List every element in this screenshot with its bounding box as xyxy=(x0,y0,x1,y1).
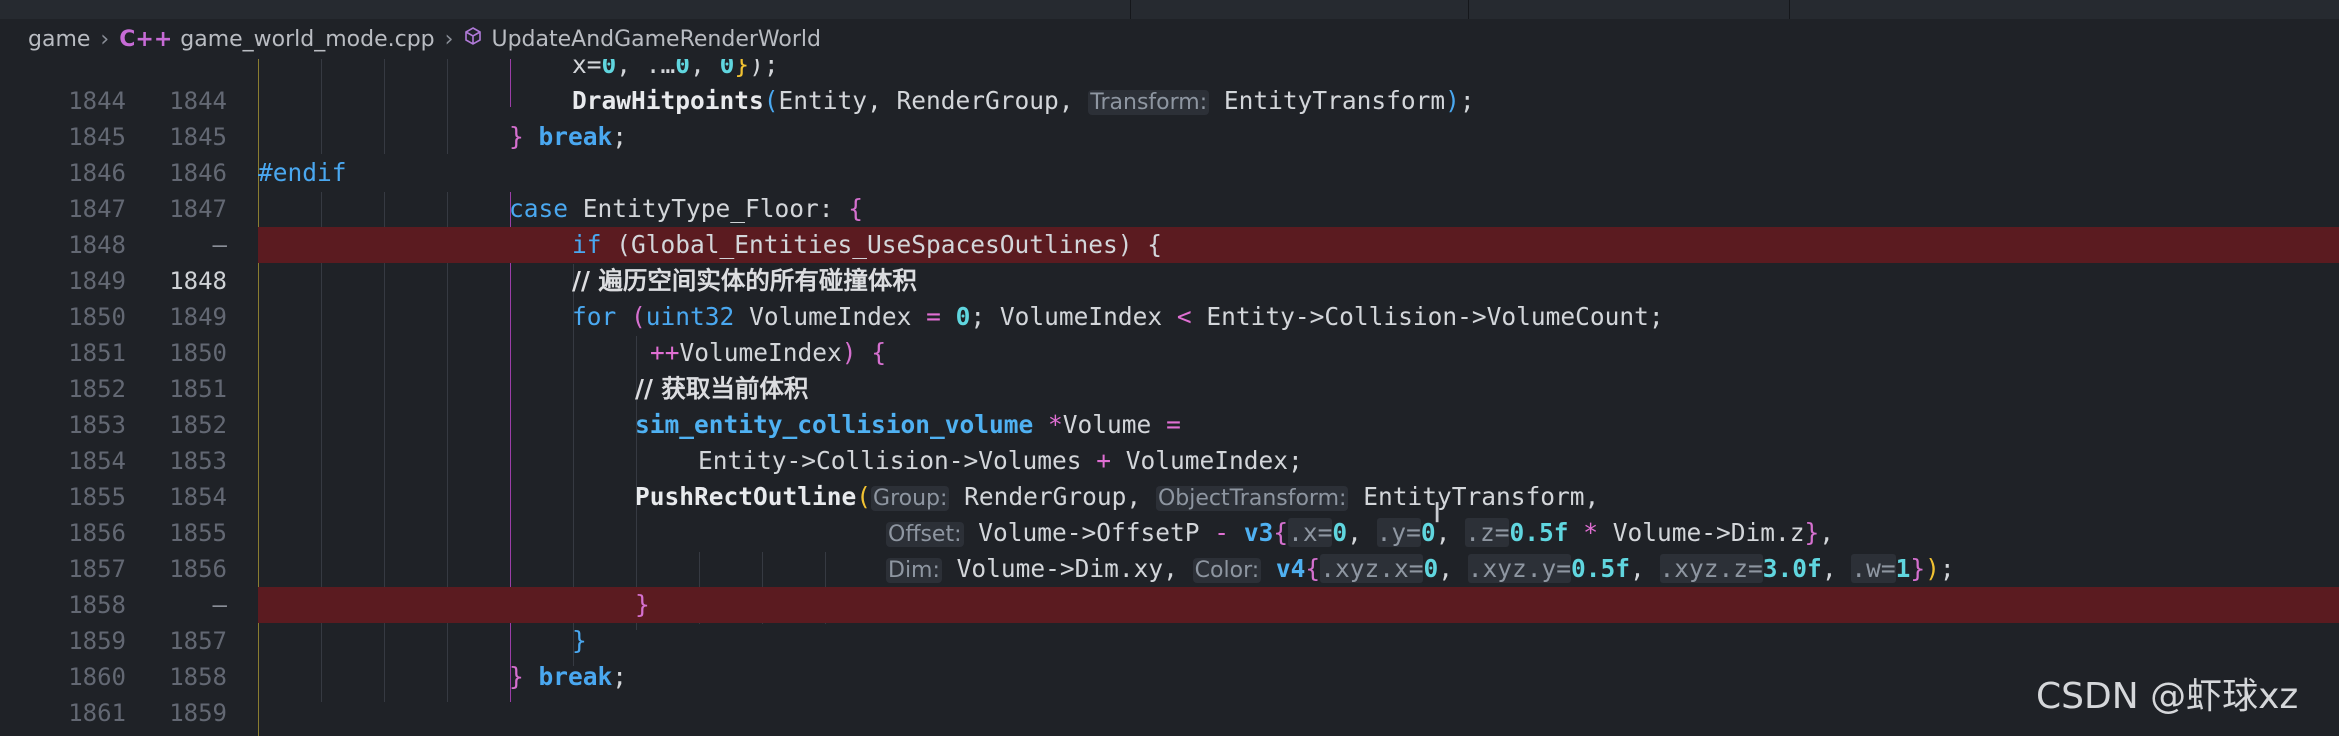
line-number-new: 1854 xyxy=(169,483,227,511)
cpp-file-icon: C++ xyxy=(119,26,173,52)
method-cube-icon xyxy=(463,26,483,52)
code-line-deleted[interactable]: 1858 — } xyxy=(0,587,2339,623)
code-text: } xyxy=(572,626,587,655)
line-number-new: 1844 xyxy=(169,87,227,115)
line-number-old: 1846 xyxy=(68,159,126,187)
line-number-new: 1849 xyxy=(169,303,227,331)
line-number-old: 1847 xyxy=(68,195,126,223)
tab[interactable] xyxy=(1790,0,2339,19)
code-line[interactable]: 1859 1857 } xyxy=(0,623,2339,659)
line-number-old: 1850 xyxy=(68,303,126,331)
code-text: PushRectOutline(Group: RenderGroup, Obje… xyxy=(635,482,1600,511)
line-number-old: 1859 xyxy=(68,627,126,655)
line-number-new: 1855 xyxy=(169,519,227,547)
chevron-right-icon: › xyxy=(444,26,454,52)
code-line[interactable]: 1861 1859 xyxy=(0,695,2339,731)
line-number-new: — xyxy=(212,231,227,259)
code-text: case EntityType_Floor: { xyxy=(509,194,864,223)
line-number-new: 1859 xyxy=(169,699,227,727)
code-text: ++VolumeIndex) { xyxy=(650,338,887,367)
code-comment: // 获取当前体积 xyxy=(635,374,809,403)
code-line[interactable]: 1849 1848 // 遍历空间实体的所有碰撞体积 xyxy=(0,263,2339,299)
line-number-new: 1858 xyxy=(169,663,227,691)
line-number-new: 1846 xyxy=(169,159,227,187)
breadcrumb-symbol[interactable]: UpdateAndGameRenderWorld xyxy=(491,27,821,52)
line-number-old: 1856 xyxy=(68,519,126,547)
code-line[interactable]: 1845 1845 } break; xyxy=(0,119,2339,155)
line-number-new: 1850 xyxy=(169,339,227,367)
line-number-new: 1848 xyxy=(169,267,227,295)
code-text: DrawHitpoints(Entity, RenderGroup, Trans… xyxy=(572,86,1475,115)
line-number-old: 1851 xyxy=(68,339,126,367)
breadcrumb-file[interactable]: game_world_mode.cpp xyxy=(180,27,434,52)
line-number-new: 1845 xyxy=(169,123,227,151)
code-text: } break; xyxy=(509,662,628,691)
text-cursor-icon: I xyxy=(1433,496,1442,529)
code-text: Dim: Volume->Dim.xy, Color: v4{.xyz.x=0,… xyxy=(886,554,1955,583)
watermark: CSDN @虾球xz xyxy=(2036,676,2299,717)
line-number-old: 1845 xyxy=(68,123,126,151)
breadcrumb-folder[interactable]: game xyxy=(28,27,90,52)
line-number-new: — xyxy=(212,591,227,619)
code-text: for (uint32 VolumeIndex = 0; VolumeIndex… xyxy=(572,302,1664,331)
tab-strip xyxy=(0,0,2339,19)
line-number-old: 1852 xyxy=(68,375,126,403)
line-number-old: 1855 xyxy=(68,483,126,511)
code-editor-window: game › C++ game_world_mode.cpp › UpdateA… xyxy=(0,0,2339,736)
code-text: if (Global_Entities_UseSpacesOutlines) { xyxy=(572,230,1163,259)
code-text: #endif xyxy=(258,158,347,187)
tab[interactable] xyxy=(1131,0,1469,19)
line-number-new: 1853 xyxy=(169,447,227,475)
code-line[interactable]: 1852 1851 // 获取当前体积 xyxy=(0,371,2339,407)
code-line-deleted[interactable]: 1848 — if (Global_Entities_UseSpacesOutl… xyxy=(0,227,2339,263)
code-line[interactable]: 1855 1854 PushRectOutline(Group: RenderG… xyxy=(0,479,2339,515)
code-line[interactable]: 1857 1856 Dim: Volume->Dim.xy, Color: v4… xyxy=(0,551,2339,587)
code-line[interactable]: 1844 1844 DrawHitpoints(Entity, RenderGr… xyxy=(0,83,2339,119)
code-line[interactable]: 1856 1855 Offset: Volume->OffsetP - v3{.… xyxy=(0,515,2339,551)
line-number-old: 1854 xyxy=(68,447,126,475)
breadcrumb: game › C++ game_world_mode.cpp › UpdateA… xyxy=(0,19,2339,59)
line-number-old: 1849 xyxy=(68,267,126,295)
code-line[interactable]: 1860 1858 } break; xyxy=(0,659,2339,695)
code-text: } break; xyxy=(509,122,628,151)
code-line[interactable]: 1853 1852 sim_entity_collision_volume *V… xyxy=(0,407,2339,443)
code-area[interactable]: x=0, .…0, 0}); 1844 1844 DrawHitpoints(E… xyxy=(0,59,2339,736)
line-number-old: 1848 xyxy=(68,231,126,259)
code-text: x=0, .…0, 0}); xyxy=(572,59,779,79)
line-number-new: 1851 xyxy=(169,375,227,403)
code-line[interactable]: 1854 1853 Entity->Collision->Volumes + V… xyxy=(0,443,2339,479)
chevron-right-icon: › xyxy=(100,26,110,52)
code-text: Entity->Collision->Volumes + VolumeIndex… xyxy=(698,446,1303,475)
line-number-old: 1844 xyxy=(68,87,126,115)
line-number-old: 1858 xyxy=(68,591,126,619)
code-line[interactable]: 1851 1850 ++VolumeIndex) { xyxy=(0,335,2339,371)
line-number-new: 1852 xyxy=(169,411,227,439)
line-number-old: 1861 xyxy=(68,699,126,727)
line-number-new: 1847 xyxy=(169,195,227,223)
code-comment: // 遍历空间实体的所有碰撞体积 xyxy=(572,266,917,295)
code-line[interactable]: 1847 1847 case EntityType_Floor: { xyxy=(0,191,2339,227)
code-line[interactable]: 1846 1846 #endif xyxy=(0,155,2339,191)
code-line[interactable]: x=0, .…0, 0}); xyxy=(0,59,2339,83)
code-text: sim_entity_collision_volume *Volume = xyxy=(635,410,1181,439)
tab[interactable] xyxy=(1469,0,1790,19)
code-line[interactable]: 1850 1849 for (uint32 VolumeIndex = 0; V… xyxy=(0,299,2339,335)
line-number-new: 1856 xyxy=(169,555,227,583)
line-number-old: 1857 xyxy=(68,555,126,583)
code-text: Offset: Volume->OffsetP - v3{.x=0, .y=0,… xyxy=(886,518,1835,547)
line-number-old: 1860 xyxy=(68,663,126,691)
tab[interactable] xyxy=(0,0,1131,19)
line-number-new: 1857 xyxy=(169,627,227,655)
line-number-old: 1853 xyxy=(68,411,126,439)
code-text: } xyxy=(635,590,650,619)
